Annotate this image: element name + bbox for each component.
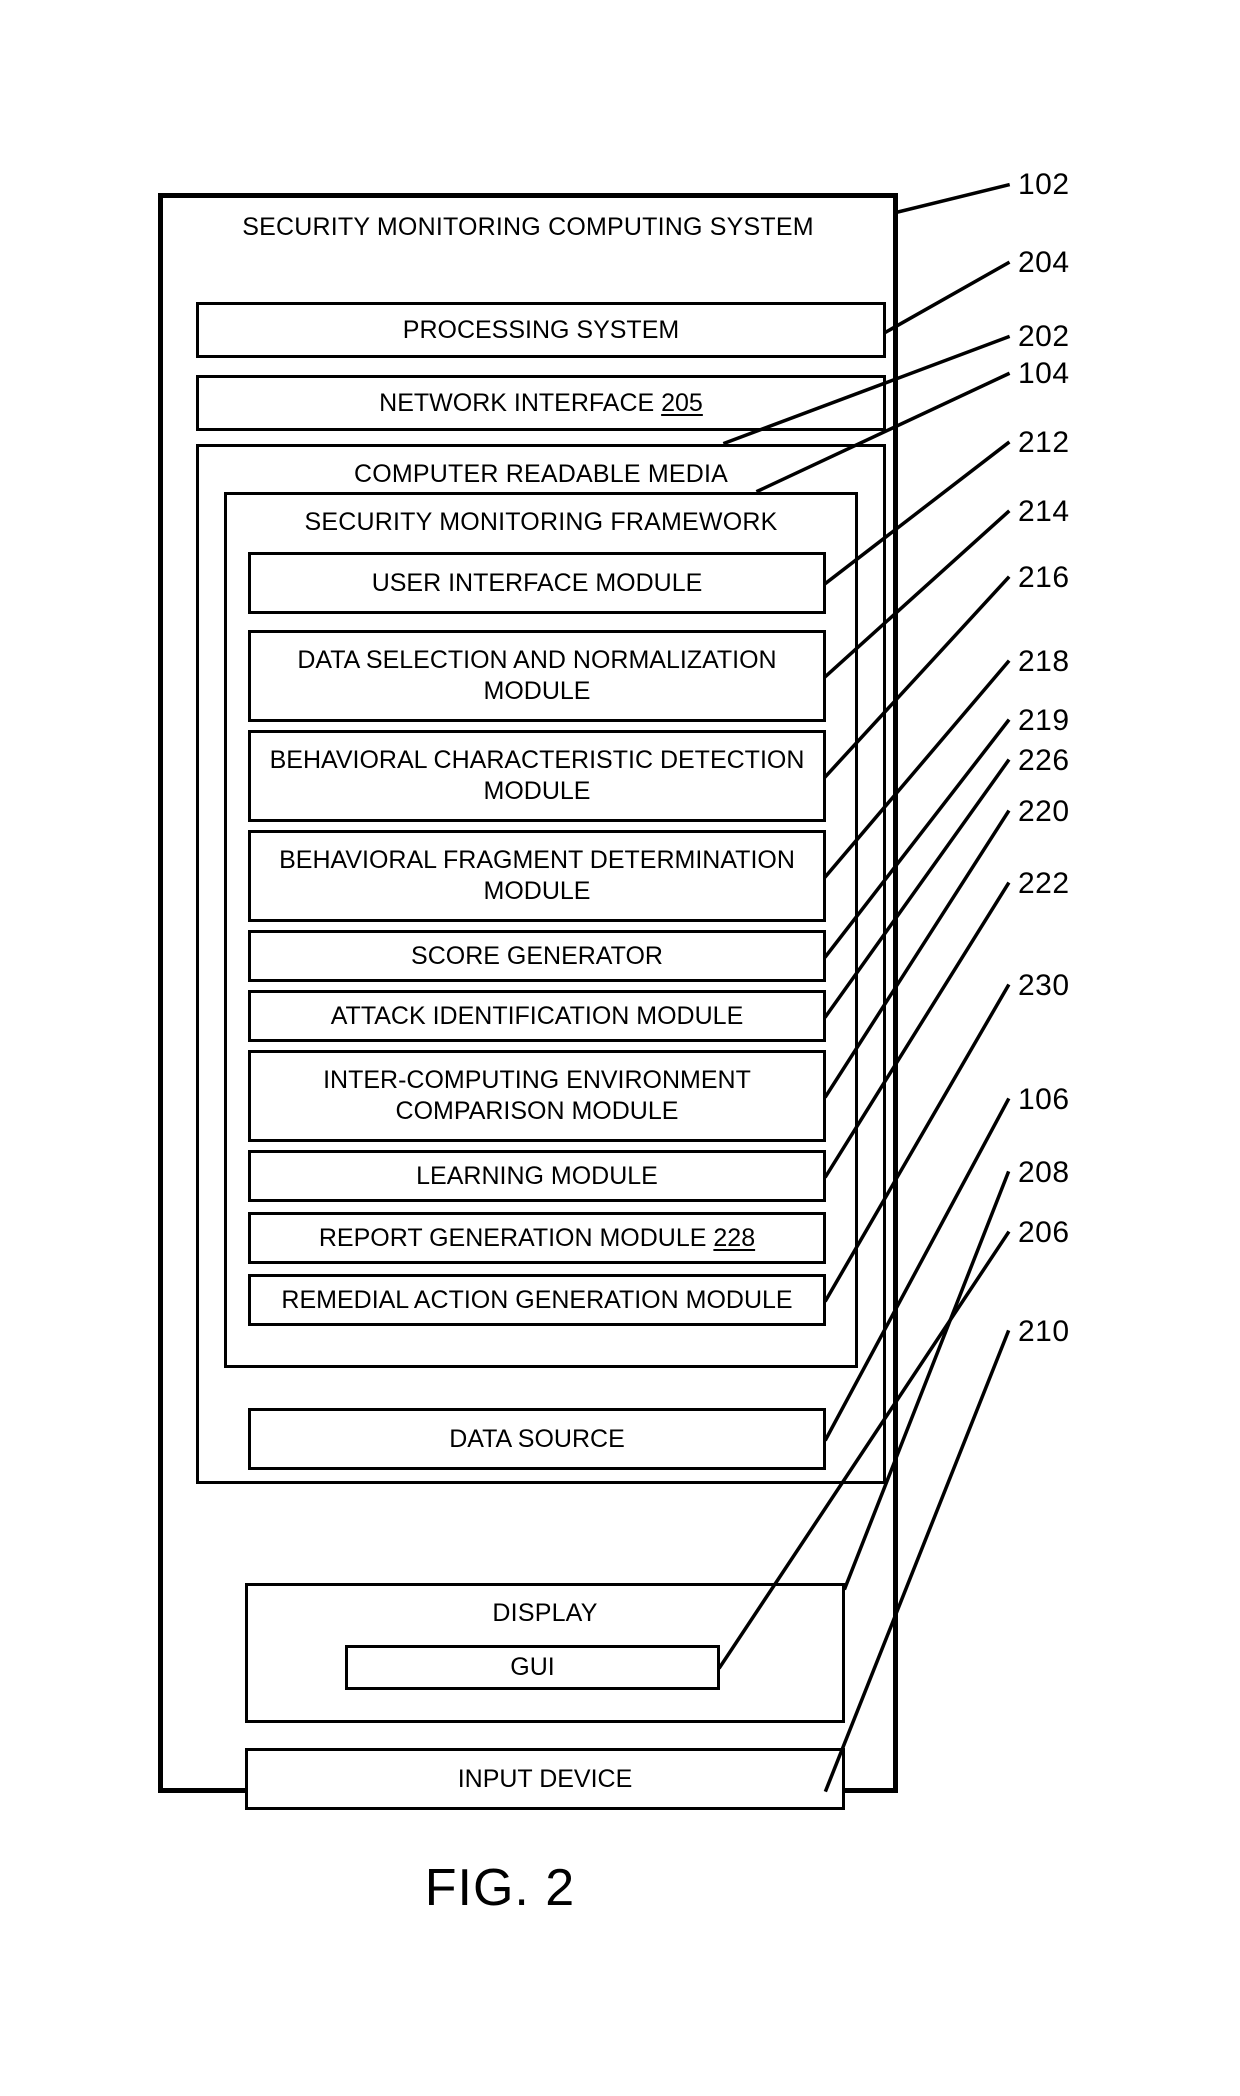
- remedial-action-generation-module-label: REMEDIAL ACTION GENERATION MODULE: [281, 1285, 793, 1314]
- figure-caption: FIG. 2: [424, 1859, 576, 1917]
- report-generation-module-label: REPORT GENERATION MODULE 228: [251, 1215, 823, 1261]
- ref-202: 202: [1018, 320, 1070, 353]
- network-interface-text: NETWORK INTERFACE: [379, 388, 655, 417]
- ref-210: 210: [1018, 1315, 1070, 1348]
- data-source-box: DATA SOURCE: [248, 1408, 826, 1470]
- user-interface-module-label: USER INTERFACE MODULE: [371, 568, 703, 597]
- ref-204: 204: [1018, 246, 1070, 279]
- processing-system-box: PROCESSING SYSTEM: [196, 302, 886, 358]
- ref-222: 222: [1018, 867, 1070, 900]
- ref-218: 218: [1018, 645, 1070, 678]
- report-generation-module-inline-ref: 228: [713, 1223, 756, 1252]
- report-generation-module-box: REPORT GENERATION MODULE 228: [248, 1212, 826, 1264]
- ref-214: 214: [1018, 495, 1070, 528]
- behavioral-fragment-determination-module-label: BEHAVIORAL FRAGMENT DETERMINATION MODULE: [279, 846, 795, 905]
- score-generator-box: SCORE GENERATOR: [248, 930, 826, 982]
- ref-104: 104: [1018, 357, 1070, 390]
- ref-226: 226: [1018, 744, 1070, 777]
- input-device-label: INPUT DEVICE: [457, 1764, 633, 1793]
- ref-230: 230: [1018, 969, 1070, 1002]
- ref-102: 102: [1018, 168, 1070, 201]
- gui-box: GUI: [345, 1645, 720, 1690]
- attack-identification-module-box: ATTACK IDENTIFICATION MODULE: [248, 990, 826, 1042]
- behavioral-characteristic-detection-module-label: BEHAVIORAL CHARACTERISTIC DETECTION MODU…: [269, 746, 805, 805]
- remedial-action-generation-module-box: REMEDIAL ACTION GENERATION MODULE: [248, 1274, 826, 1326]
- user-interface-module-box: USER INTERFACE MODULE: [248, 552, 826, 614]
- security-monitoring-computing-system-title: SECURITY MONITORING COMPUTING SYSTEM: [242, 213, 814, 241]
- learning-module-box: LEARNING MODULE: [248, 1150, 826, 1202]
- network-interface-box: NETWORK INTERFACE 205: [196, 375, 886, 431]
- ref-219: 219: [1018, 704, 1070, 737]
- display-title: DISPLAY: [492, 1599, 598, 1627]
- score-generator-label: SCORE GENERATOR: [411, 941, 663, 970]
- data-selection-and-normalization-module-box: DATA SELECTION AND NORMALIZATION MODULE: [248, 630, 826, 722]
- behavioral-fragment-determination-module-box: BEHAVIORAL FRAGMENT DETERMINATION MODULE: [248, 830, 826, 922]
- network-interface-label: NETWORK INTERFACE 205: [199, 378, 883, 428]
- figure-2-diagram: SECURITY MONITORING COMPUTING SYSTEM PRO…: [0, 0, 1240, 2096]
- attack-identification-module-label: ATTACK IDENTIFICATION MODULE: [330, 1001, 744, 1030]
- inter-computing-environment-comparison-module-label: INTER-COMPUTING ENVIRONMENT COMPARISON M…: [323, 1066, 751, 1125]
- input-device-box: INPUT DEVICE: [245, 1748, 845, 1810]
- data-source-label: DATA SOURCE: [449, 1424, 625, 1453]
- data-selection-and-normalization-module-label: DATA SELECTION AND NORMALIZATION MODULE: [297, 646, 777, 705]
- network-interface-inline-ref: 205: [661, 388, 703, 417]
- security-monitoring-framework-title: SECURITY MONITORING FRAMEWORK: [304, 508, 778, 536]
- ref-208: 208: [1018, 1156, 1070, 1189]
- ref-216: 216: [1018, 561, 1070, 594]
- inter-computing-environment-comparison-module-box: INTER-COMPUTING ENVIRONMENT COMPARISON M…: [248, 1050, 826, 1142]
- ref-106: 106: [1018, 1083, 1070, 1116]
- behavioral-characteristic-detection-module-box: BEHAVIORAL CHARACTERISTIC DETECTION MODU…: [248, 730, 826, 822]
- ref-206: 206: [1018, 1216, 1070, 1249]
- processing-system-label: PROCESSING SYSTEM: [402, 315, 680, 344]
- ref-212: 212: [1018, 426, 1070, 459]
- ref-220: 220: [1018, 795, 1070, 828]
- gui-label: GUI: [510, 1653, 555, 1681]
- report-generation-module-text: REPORT GENERATION MODULE: [318, 1223, 707, 1252]
- learning-module-label: LEARNING MODULE: [416, 1161, 658, 1190]
- computer-readable-media-title: COMPUTER READABLE MEDIA: [353, 460, 729, 488]
